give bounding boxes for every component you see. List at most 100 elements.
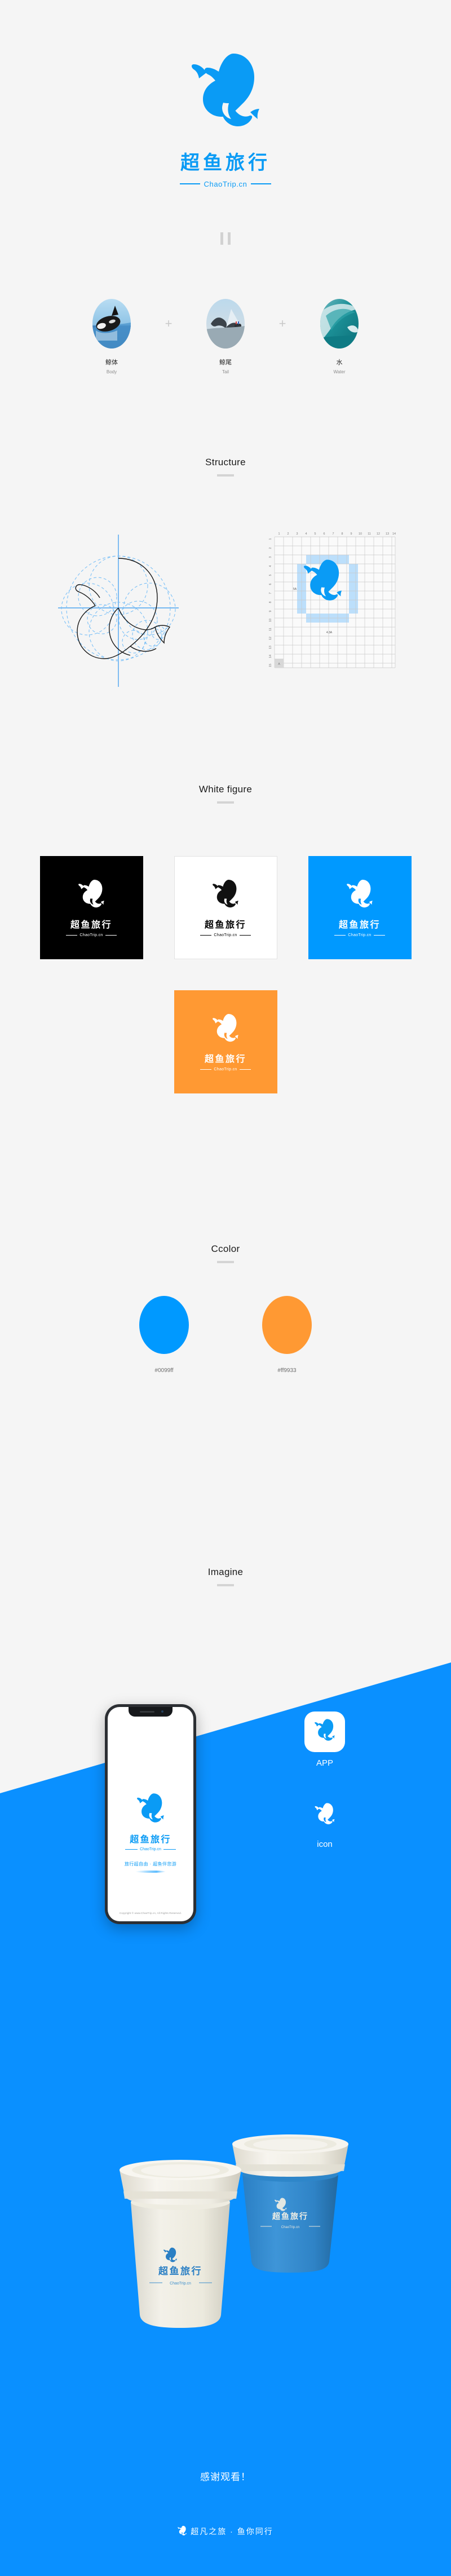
element-body: 鲸体 Body bbox=[69, 299, 154, 374]
swatch-hex: #ff9933 bbox=[277, 1368, 297, 1374]
logo-panel-orange: 超鱼旅行 ChaoTrip.cn bbox=[174, 990, 277, 1093]
hero-wordmark: 超鱼旅行 bbox=[180, 151, 271, 174]
svg-text:12: 12 bbox=[377, 532, 380, 536]
concept-elements-row: 鲸体 Body + 鲸尾 Tail + 水 Water bbox=[0, 299, 451, 374]
panel-domain-row: ChaoTrip.cn bbox=[66, 933, 117, 937]
logo-panel-white: 超鱼旅行 ChaoTrip.cn bbox=[174, 856, 277, 959]
whale-logo-icon bbox=[178, 2526, 187, 2535]
color-swatch-primary: #0099ff bbox=[139, 1296, 189, 1374]
element-tail: 鲸尾 Tail bbox=[183, 299, 268, 374]
panel-domain-row: ChaoTrip.cn bbox=[334, 933, 385, 937]
heading-rule bbox=[217, 801, 234, 804]
whale-logo-icon bbox=[213, 1014, 238, 1042]
panel-wordmark: 超鱼旅行 bbox=[204, 1053, 246, 1064]
logo-variant-panels: 超鱼旅行 ChaoTrip.cn 超鱼旅行 ChaoTrip.cn 超鱼旅行 C… bbox=[0, 856, 451, 1093]
rule-right bbox=[239, 1069, 251, 1070]
svg-text:6: 6 bbox=[269, 584, 272, 585]
app-label: APP bbox=[316, 1758, 333, 1768]
app-tile[interactable] bbox=[304, 1712, 345, 1752]
svg-text:4: 4 bbox=[269, 566, 272, 567]
whale-logo-icon bbox=[347, 880, 373, 908]
panel-wordmark: 超鱼旅行 bbox=[204, 919, 246, 930]
svg-text:ChaoTrip.cn: ChaoTrip.cn bbox=[170, 2282, 191, 2286]
rule-left bbox=[179, 183, 200, 184]
element-label-cn: 鲸尾 bbox=[219, 359, 232, 366]
svg-text:1: 1 bbox=[269, 539, 272, 540]
panel-domain: ChaoTrip.cn bbox=[214, 933, 237, 937]
logo-panel-black: 超鱼旅行 ChaoTrip.cn bbox=[39, 856, 143, 959]
thanks-text: 感谢观看！ bbox=[200, 2472, 251, 2482]
plus-sign-2: + bbox=[278, 316, 286, 330]
heading-rule bbox=[217, 1261, 234, 1263]
svg-text:2: 2 bbox=[269, 548, 272, 549]
svg-text:5: 5 bbox=[269, 575, 272, 576]
svg-text:15: 15 bbox=[269, 664, 272, 667]
speaker-grille bbox=[140, 1711, 154, 1713]
svg-text:10: 10 bbox=[359, 532, 362, 536]
rule-right bbox=[105, 935, 117, 936]
plus-sign-1: + bbox=[165, 316, 173, 330]
ocean-wave-photo bbox=[320, 299, 359, 349]
rule-right bbox=[373, 935, 385, 936]
logo-construction-diagram bbox=[48, 524, 189, 691]
logo-panel-blue: 超鱼旅行 ChaoTrip.cn bbox=[308, 856, 412, 959]
brand-guideline-page: 超鱼旅行 ChaoTrip.cn 鲸体 Body + 鲸尾 Tail + 水 W… bbox=[0, 0, 451, 2576]
svg-text:8: 8 bbox=[269, 602, 272, 603]
panel-wordmark: 超鱼旅行 bbox=[70, 919, 112, 930]
coffee-cup-mockups: 超鱼旅行 ChaoTrip.cn 超鱼旅行 ChaoTrip.cn bbox=[0, 2008, 451, 2357]
rule-left bbox=[200, 1069, 212, 1070]
panel-domain-row: ChaoTrip.cn bbox=[200, 1068, 251, 1071]
rule-left bbox=[200, 935, 212, 936]
panel-domain-row: ChaoTrip.cn bbox=[200, 933, 251, 937]
rule-right bbox=[251, 183, 272, 184]
whale-logo-icon bbox=[315, 1719, 335, 1741]
svg-text:1: 1 bbox=[278, 532, 280, 536]
phone-slogan: 旅行超自由 · 超鱼伴您游 bbox=[124, 1862, 177, 1867]
element-label-en: Tail bbox=[222, 369, 229, 374]
front-camera bbox=[161, 1710, 163, 1713]
cup-blue-wordmark: 超鱼旅行 bbox=[272, 2212, 308, 2221]
section-imagine-heading: Imagine bbox=[0, 1567, 451, 1586]
logo-grid-diagram: 123 456 789 10 11 12 13 14 1 2 3 4 5 6 7 8 … bbox=[262, 524, 403, 691]
svg-text:8: 8 bbox=[342, 532, 343, 536]
panel-domain: ChaoTrip.cn bbox=[79, 933, 103, 937]
swatch-dot-blue bbox=[139, 1296, 189, 1354]
section-structure-heading: Structure bbox=[0, 457, 451, 477]
section-color-heading: Ccolor bbox=[0, 1243, 451, 1263]
phone-copyright: Copyright © www.ChaoTrip.cn, All Rights … bbox=[119, 1912, 182, 1915]
svg-text:5: 5 bbox=[315, 532, 316, 536]
color-swatches-row: #0099ff #ff9933 bbox=[0, 1296, 451, 1374]
svg-text:9: 9 bbox=[269, 611, 272, 612]
orca-breaching-photo bbox=[92, 299, 131, 349]
divider-bar-1 bbox=[220, 232, 223, 245]
whale-logo-icon bbox=[137, 1793, 164, 1823]
swatch-hex: #0099ff bbox=[154, 1368, 174, 1374]
hero-logo-block: 超鱼旅行 ChaoTrip.cn bbox=[0, 0, 451, 237]
hero-domain: ChaoTrip.cn bbox=[204, 179, 247, 188]
svg-text:7: 7 bbox=[333, 532, 334, 536]
svg-text:4: 4 bbox=[306, 532, 307, 536]
swoosh-decoration bbox=[135, 1871, 166, 1873]
cup-white-wordmark: 超鱼旅行 bbox=[158, 2265, 202, 2277]
diagonal-blue-background bbox=[0, 1624, 451, 1895]
svg-text:3: 3 bbox=[297, 532, 298, 536]
rule-left bbox=[334, 935, 346, 936]
whale-logo-icon bbox=[192, 53, 259, 126]
whale-tail-photo bbox=[206, 299, 245, 349]
whale-logo-icon bbox=[315, 1803, 335, 1824]
signature-text: 超凡之旅 · 鱼你同行 bbox=[191, 2527, 273, 2536]
equals-divider bbox=[0, 232, 451, 248]
phone-mockup: 超鱼旅行 ChaoTrip.cn 旅行超自由 · 超鱼伴您游 Copyright… bbox=[105, 1704, 196, 1924]
svg-text:3: 3 bbox=[269, 557, 272, 558]
structure-diagrams-row: 123 456 789 10 11 12 13 14 1 2 3 4 5 6 7 8 … bbox=[0, 524, 451, 691]
svg-text:11: 11 bbox=[269, 628, 272, 631]
panel-domain: ChaoTrip.cn bbox=[348, 933, 372, 937]
svg-text:A: A bbox=[278, 663, 280, 666]
app-icon-block: APP bbox=[291, 1712, 359, 1768]
svg-text:11: 11 bbox=[368, 532, 371, 536]
svg-text:6: 6 bbox=[324, 532, 325, 536]
element-water: 水 Water bbox=[297, 299, 382, 374]
section-white-figure-heading: White figure bbox=[0, 784, 451, 804]
heading-rule bbox=[217, 474, 234, 477]
swatch-dot-orange bbox=[262, 1296, 312, 1354]
